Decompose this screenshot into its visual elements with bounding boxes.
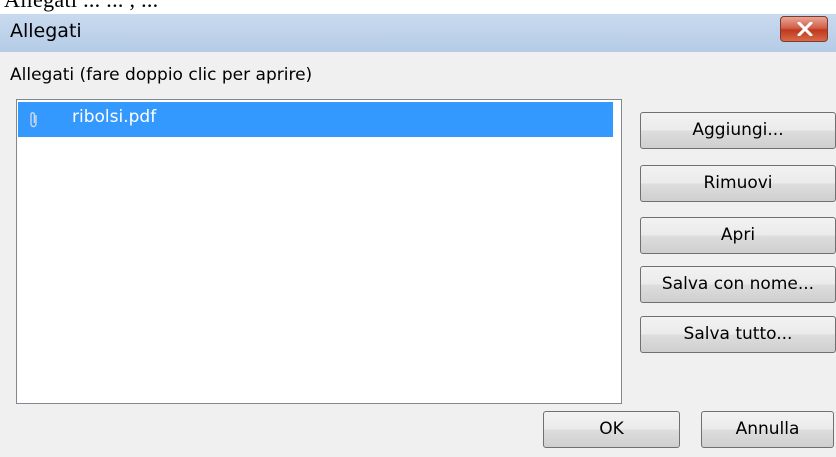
cancel-button[interactable]: Annulla	[701, 411, 834, 448]
remove-button[interactable]: Rimuovi	[640, 165, 836, 202]
close-button[interactable]	[780, 16, 828, 42]
background-text-fragment: Allegati ... ... , ...	[0, 0, 836, 14]
cropped-text: Allegati ... ... , ...	[4, 0, 158, 13]
dialog-title: Allegati	[10, 20, 82, 42]
attachment-name: ribolsi.pdf	[72, 107, 157, 127]
save-all-button[interactable]: Salva tutto...	[640, 316, 836, 353]
add-button[interactable]: Aggiungi...	[640, 112, 836, 149]
list-item[interactable]: ribolsi.pdf	[18, 102, 613, 137]
open-button[interactable]: Apri	[640, 217, 836, 254]
close-x-icon	[797, 22, 813, 36]
save-as-button[interactable]: Salva con nome...	[640, 266, 836, 303]
attachments-dialog: Allegati Allegati (fare doppio clic per …	[0, 14, 836, 457]
ok-button[interactable]: OK	[543, 411, 680, 448]
list-caption: Allegati (fare doppio clic per aprire)	[10, 65, 313, 85]
paperclip-icon	[30, 112, 37, 128]
attachments-listbox[interactable]: ribolsi.pdf	[16, 99, 622, 404]
title-bar[interactable]: Allegati	[0, 14, 836, 52]
